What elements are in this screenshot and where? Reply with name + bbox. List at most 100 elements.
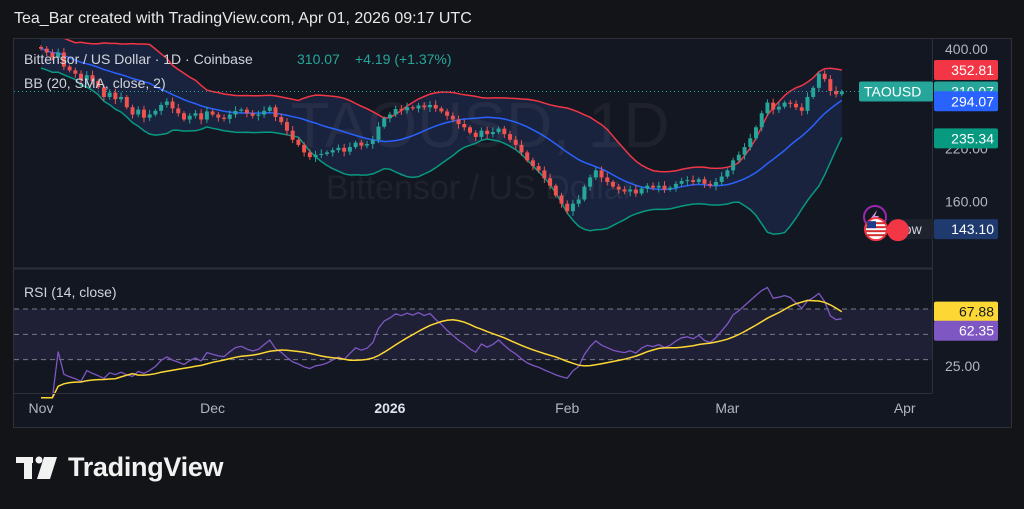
candle-body [839, 91, 844, 95]
candle-body [136, 109, 141, 115]
candle-body [673, 183, 678, 188]
candle-body [582, 186, 587, 200]
candle-body [199, 113, 204, 120]
bb-upper-tag: 352.81 [951, 62, 994, 78]
candle-body [611, 181, 615, 187]
tradingview-logo-icon [16, 456, 57, 479]
candle-body [267, 107, 272, 111]
bb-lower-tag: 235.34 [951, 130, 994, 146]
bb-basis-tag: 294.07 [951, 93, 994, 109]
time-axis-label: Apr [894, 400, 916, 416]
candle-body [622, 189, 627, 192]
chart-attribution: Tea_Bar created with TradingView.com, Ap… [14, 10, 472, 27]
candle-body [788, 102, 793, 104]
symbol-tag: TAOUSD [864, 83, 921, 99]
candle-body [262, 110, 267, 115]
candle-body [193, 113, 198, 116]
candle-body [771, 102, 776, 110]
candle-body [182, 113, 186, 120]
candle-body [204, 111, 209, 120]
candle-body [696, 179, 701, 182]
candle-body [365, 144, 370, 146]
rsi-axis-tick: 25.00 [945, 358, 980, 374]
candle-body [479, 130, 484, 137]
candle-body [279, 116, 284, 123]
price-chart[interactable]: TAOUSD, 1DBittensor / US DollarBittensor… [14, 39, 1011, 427]
flag-ring-back [887, 219, 909, 242]
low-value-tag: 143.10 [951, 221, 994, 237]
candle-body [153, 110, 158, 115]
us-flag-icon[interactable] [864, 217, 909, 242]
price-axis-tick: 160.00 [945, 194, 988, 210]
candle-body [502, 128, 507, 135]
candle-body [685, 180, 690, 182]
chart-frame[interactable]: TAOUSD, 1D Bittensor / US Dollar Bittensor… [13, 38, 1012, 428]
candle-body [210, 111, 215, 115]
time-axis-label: Dec [200, 400, 225, 416]
candle-body [159, 104, 164, 111]
rsi-pane [14, 286, 932, 399]
tradingview-logo[interactable]: TradingView [16, 452, 224, 483]
candle-body [347, 147, 352, 152]
flag-stripe [866, 234, 886, 237]
candle-body [187, 115, 192, 120]
legend-symbol[interactable]: Bittensor / US Dollar · 1D · Coinbase [24, 51, 253, 67]
candle-body [319, 153, 324, 155]
candle-body [170, 101, 175, 109]
candle-body [302, 144, 307, 153]
candle-body [382, 118, 387, 127]
candle-body [239, 109, 244, 111]
candle-body [559, 195, 564, 204]
candle-body [496, 128, 501, 133]
candle-body [605, 177, 610, 182]
candle-body [485, 130, 490, 135]
legend-price: 310.07 [297, 51, 340, 67]
candle-body [530, 160, 535, 167]
tradingview-wordmark: TradingView [68, 452, 224, 482]
candle-body [748, 138, 753, 148]
candle-body [662, 185, 667, 190]
candle-body [754, 127, 758, 139]
candle-body [256, 114, 261, 116]
candle-body [222, 117, 227, 119]
candle-body [307, 152, 312, 158]
candle-body [794, 103, 799, 108]
candle-body [325, 152, 329, 154]
candle-body [656, 185, 661, 188]
flag-stripe [866, 230, 886, 233]
candle-body [176, 108, 181, 114]
candle-body [73, 70, 78, 74]
rsi-ma-tag: 67.88 [959, 304, 994, 320]
time-axis-label: Nov [29, 400, 54, 416]
candle-body [416, 105, 421, 109]
candle-body [422, 105, 427, 108]
candle-body [450, 115, 455, 120]
candle-body [468, 127, 472, 133]
candle-body [399, 109, 404, 111]
candle-body [508, 134, 513, 140]
candle-body [828, 79, 833, 91]
candle-body [525, 152, 530, 161]
candle-body [816, 73, 821, 88]
candle-body [599, 170, 604, 178]
candle-body [651, 185, 656, 188]
candle-body [565, 203, 570, 212]
candle-body [147, 114, 152, 118]
candle-body [370, 139, 375, 145]
candle-body [645, 185, 650, 189]
candle-body [250, 113, 255, 116]
flag-canton [867, 221, 876, 229]
candle-body [433, 104, 438, 109]
candle-body [570, 203, 575, 212]
candle-body [290, 130, 295, 140]
price-pane: TAOUSD, 1DBittensor / US Dollar [14, 39, 932, 235]
candle-body [616, 186, 621, 190]
candle-body [244, 109, 249, 114]
candle-body [439, 108, 444, 112]
candle-body [633, 189, 638, 194]
price-axis-tick: 400.00 [945, 41, 988, 57]
candle-body [765, 102, 770, 114]
legend-bb[interactable]: BB (20, SMA, close, 2) [24, 75, 166, 91]
candle-body [776, 106, 781, 110]
candle-body [799, 107, 804, 111]
